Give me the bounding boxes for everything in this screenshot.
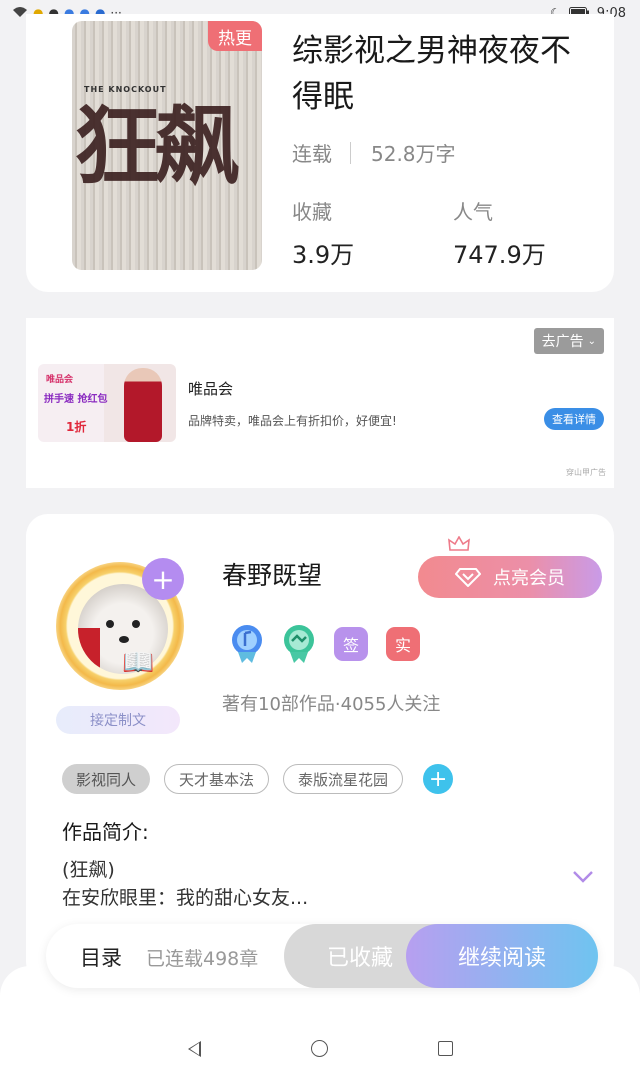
ad-image[interactable]: 唯品会 拼手速 抢红包 1折 (38, 364, 176, 442)
popularity-label: 人气 (453, 200, 493, 224)
custom-order-tag[interactable]: 接定制文 (56, 706, 180, 734)
chevron-down-icon[interactable] (572, 870, 594, 884)
bottom-action-bar: 目录 已连载498章 已收藏 继续阅读 (46, 924, 598, 988)
ad-view-details-button[interactable]: 查看详情 (544, 408, 604, 430)
continue-reading-button[interactable]: 继续阅读 (406, 924, 598, 988)
intro-text[interactable]: (狂飙) 在安欣眼里：我的甜心女友... (62, 856, 308, 912)
back-icon[interactable] (187, 1040, 201, 1057)
chapter-count: 已连载498章 (146, 948, 259, 970)
intro-heading: 作品简介: (62, 820, 149, 844)
book-title: 综影视之男神夜夜不得眠 (292, 33, 571, 115)
crown-icon (448, 536, 470, 551)
remove-ad-button[interactable]: 去广告 ⌄ (533, 328, 604, 354)
system-nav-bar (0, 1030, 640, 1067)
book-doodle-icon: 📖 (122, 648, 155, 678)
tag-item[interactable]: 天才基本法 (164, 764, 270, 794)
tag-list: 影视同人 天才基本法 泰版流星花园 + (62, 764, 454, 794)
home-icon[interactable] (310, 1040, 328, 1057)
ad-title: 唯品会 (188, 380, 234, 398)
avatar-eye (132, 620, 140, 628)
favorites-stat: 收藏 3.9万 (292, 196, 354, 270)
vip-label: 点亮会员 (493, 568, 565, 589)
favorites-value: 3.9万 (292, 241, 355, 269)
ad-image-discount: 1折 (66, 420, 87, 434)
verified-badge[interactable]: 实 (386, 627, 420, 661)
cover-subtitle: THE KNOCKOUT (84, 85, 167, 94)
chevron-down-icon: ⌄ (587, 335, 596, 347)
author-stats: 著有10部作品·4055人关注 (222, 694, 441, 715)
music-medal-icon[interactable] (230, 624, 264, 664)
author-badges: 签 实 (230, 624, 420, 664)
signed-badge[interactable]: 签 (334, 627, 368, 661)
cover-title: 狂飙 (74, 97, 240, 197)
ad-banner[interactable]: 去广告 ⌄ 唯品会 拼手速 抢红包 1折 唯品会 品牌特卖，唯品会上有折扣价，好… (26, 318, 614, 488)
book-cover[interactable]: THE KNOCKOUT 狂飙 热更 (72, 21, 262, 270)
dress-image (124, 368, 162, 442)
add-tag-button[interactable]: + (423, 764, 454, 794)
remove-ad-label: 去广告 (541, 334, 584, 350)
book-status: 连载 (292, 142, 332, 166)
intro-line: 在安欣眼里：我的甜心女友... (62, 887, 309, 909)
follow-plus-button[interactable]: + (142, 558, 184, 600)
word-count: 52.8万字 (371, 142, 456, 166)
favorites-label: 收藏 (292, 200, 332, 224)
avatar-nose (119, 636, 129, 643)
book-meta: 连载 52.8万字 (292, 138, 456, 167)
intro-line: (狂飙) (62, 859, 115, 881)
handshake-medal-icon[interactable] (282, 624, 316, 664)
tag-item[interactable]: 泰版流星花园 (283, 764, 404, 794)
author-name[interactable]: 春野既望 (222, 556, 322, 592)
hot-badge: 热更 (208, 21, 262, 51)
popularity-value: 747.9万 (453, 241, 546, 269)
toc-button[interactable]: 目录 (80, 942, 122, 972)
tag-item[interactable]: 影视同人 (62, 764, 151, 794)
avatar-eye (106, 620, 114, 628)
popularity-stat: 人气 747.9万 (453, 196, 546, 270)
vip-button[interactable]: 点亮会员 (418, 556, 602, 598)
recent-apps-icon[interactable] (437, 1041, 453, 1056)
diamond-icon (455, 568, 481, 587)
ad-image-brand: 唯品会 (46, 375, 74, 385)
ad-image-promo: 拼手速 抢红包 (44, 394, 108, 405)
ad-description: 品牌特卖，唯品会上有折扣价，好便宜! (188, 414, 397, 428)
ad-source: 穿山甲广告 (566, 468, 606, 477)
author-card: + 📖 接定制文 春野既望 点亮会员 签 实 著有10部作品·4055人关注 影… (26, 514, 614, 984)
book-card: THE KNOCKOUT 狂飙 热更 综影视之男神夜夜不得眠 连载 52.8万字… (26, 14, 614, 292)
avatar-cloth (78, 628, 100, 674)
divider (350, 141, 351, 164)
